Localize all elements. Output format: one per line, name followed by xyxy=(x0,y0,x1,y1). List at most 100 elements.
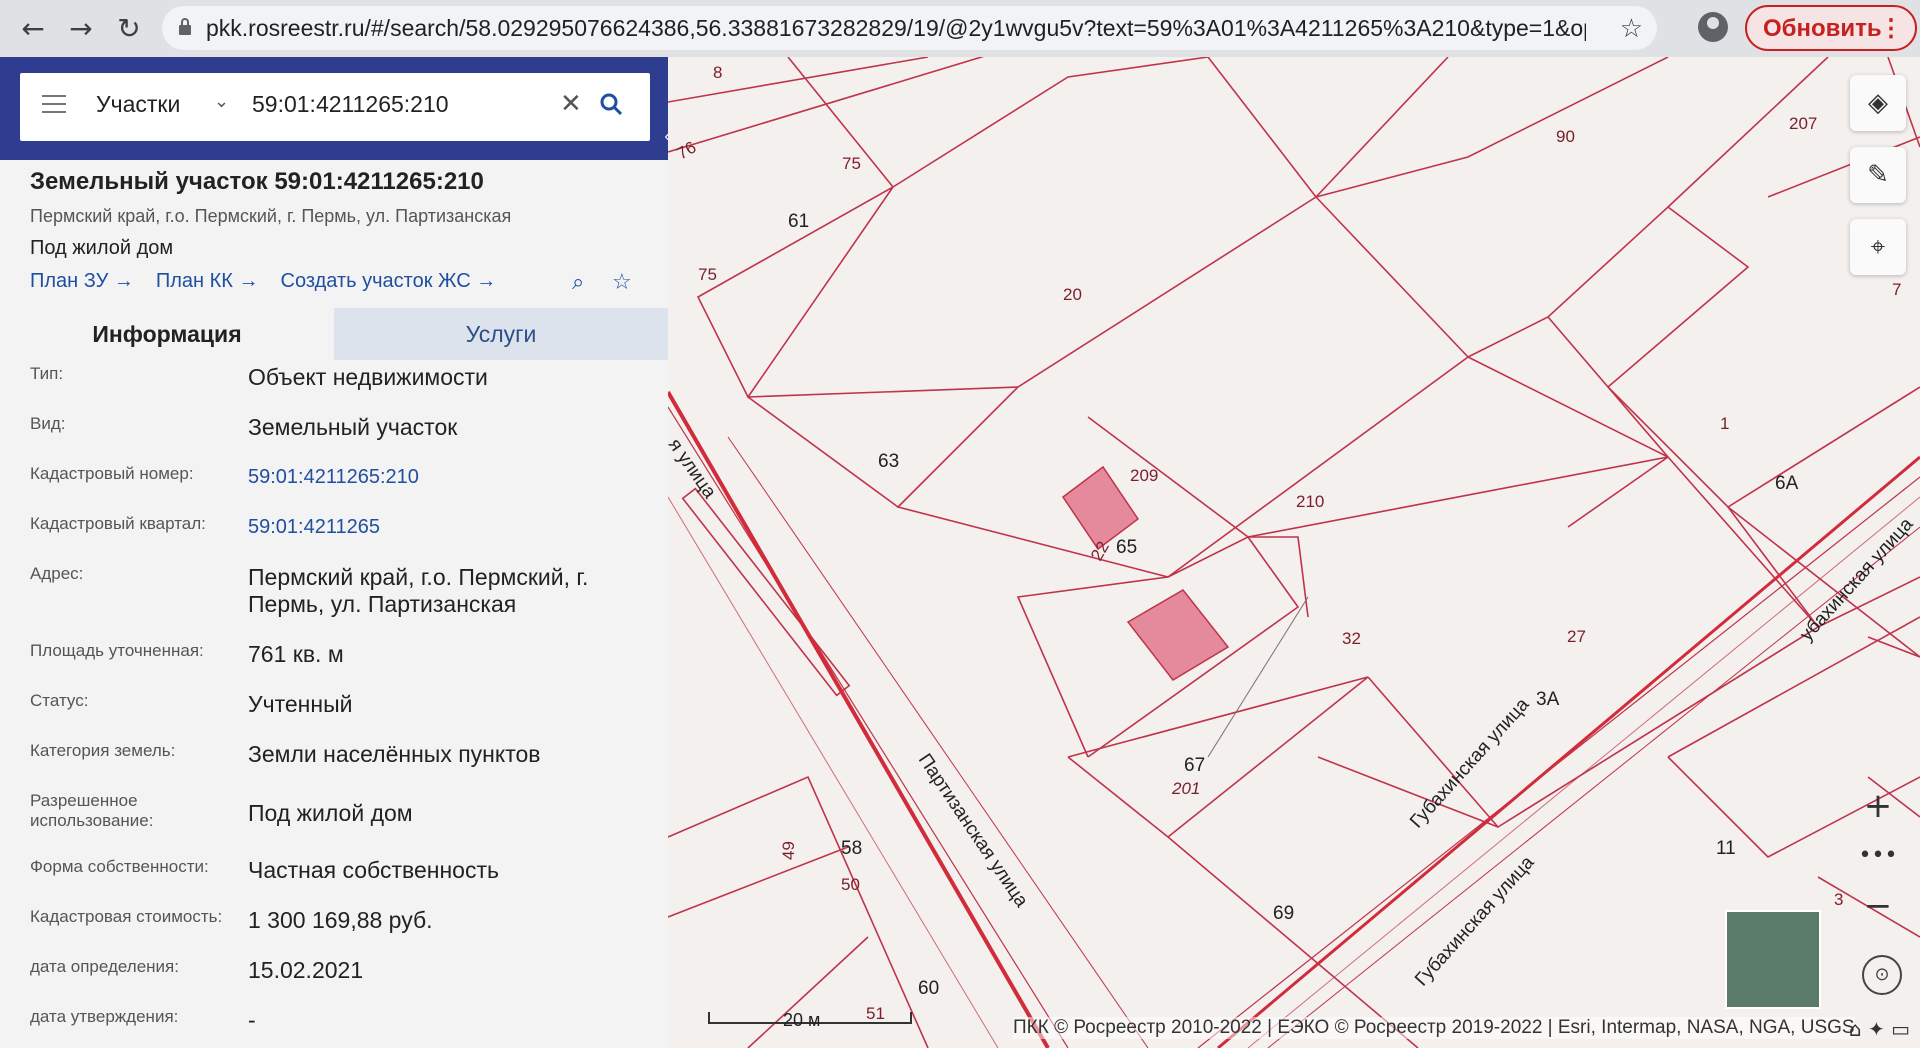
plot-label: 32 xyxy=(1342,629,1361,648)
cadastral-number-link[interactable]: 59:01:4211265:210 xyxy=(248,464,638,491)
cadastral-quarter-link[interactable]: 59:01:4211265 xyxy=(248,514,638,541)
plot-label: 6А xyxy=(1775,473,1799,494)
attr-key: Вид: xyxy=(30,414,66,433)
plot-label: 49 xyxy=(779,841,798,860)
plan-kk-link[interactable]: План КК → xyxy=(156,270,259,292)
street-label: Губахинская улица xyxy=(1411,852,1539,990)
chevron-down-icon[interactable]: ⌄ xyxy=(214,91,229,112)
attr-key: Разрешенное использование: xyxy=(30,791,154,830)
attr-value: Под жилой дом xyxy=(248,800,413,826)
zoom-to-object-icon[interactable]: ⌕ xyxy=(572,270,584,295)
tab-services[interactable]: Услуги xyxy=(334,308,668,360)
plot-label: 3А xyxy=(1536,689,1560,710)
menu-dots-icon[interactable]: ⋮ xyxy=(1879,7,1903,51)
create-plot-link[interactable]: Создать участок ЖС → xyxy=(281,270,497,292)
plot-label: 60 xyxy=(918,978,939,999)
back-icon[interactable]: ← xyxy=(14,10,52,48)
plot-label: 58 xyxy=(841,838,862,859)
plot-label: 50 xyxy=(841,875,860,894)
ruler-icon[interactable]: ✎ xyxy=(1850,147,1906,203)
attr-key: дата утверждения: xyxy=(30,1007,179,1026)
object-header: Земельный участок 59:01:4211265:210 Перм… xyxy=(0,160,668,308)
plot-label: 209 xyxy=(1130,466,1158,485)
plot-label: 201 xyxy=(1171,779,1200,798)
update-label: Обновить xyxy=(1763,15,1882,42)
url-text[interactable]: pkk.rosreestr.ru/#/search/58.02929507662… xyxy=(206,15,1586,42)
plot-label: 65 xyxy=(1116,537,1137,558)
attr-key: Площадь уточненная: xyxy=(30,641,204,660)
profile-icon[interactable] xyxy=(1698,12,1728,42)
plot-label: 90 xyxy=(1556,127,1575,146)
plot-label: 8 xyxy=(713,63,722,82)
plot-label: 76 xyxy=(674,138,700,164)
bookmark-star-icon[interactable]: ☆ xyxy=(1620,14,1643,44)
update-button[interactable]: Обновить ⋮ xyxy=(1745,5,1917,51)
attr-key: Статус: xyxy=(30,691,89,710)
attr-value: Земли населённых пунктов xyxy=(248,741,541,767)
object-links: План ЗУ → План КК → Создать участок ЖС → xyxy=(30,270,518,293)
attr-key: Кадастровый номер: xyxy=(30,464,194,483)
attr-key: Адрес: xyxy=(30,564,84,583)
zoom-controls: + ••• − xyxy=(1850,781,1906,931)
search-header: Участки ⌄ 59:01:4211265:210 ✕ xyxy=(0,57,668,160)
plot-label: 22 xyxy=(1087,538,1113,564)
object-title: Земельный участок 59:01:4211265:210 xyxy=(30,168,484,195)
zoom-in-icon[interactable]: + xyxy=(1850,781,1906,831)
map-footer-icons[interactable]: ⌂ ✦ ▭ xyxy=(1849,1017,1910,1041)
locate-icon[interactable]: ⌖ xyxy=(1850,219,1906,275)
plot-label: 7 xyxy=(1892,280,1901,299)
clear-icon[interactable]: ✕ xyxy=(560,89,582,119)
search-input[interactable]: 59:01:4211265:210 xyxy=(252,91,449,118)
reload-icon[interactable]: ↻ xyxy=(110,10,148,48)
attr-key: дата определения: xyxy=(30,957,179,976)
plot-label: 69 xyxy=(1273,903,1294,924)
attr-key: Категория земель: xyxy=(30,741,176,760)
menu-icon[interactable] xyxy=(42,95,66,115)
attr-value: 1 300 169,88 руб. xyxy=(248,907,433,933)
attr-value: Объект недвижимости xyxy=(248,364,488,390)
layers-icon[interactable]: ◈ xyxy=(1850,75,1906,131)
attr-value: Учтенный xyxy=(248,691,353,717)
compass-icon[interactable]: ⊙ xyxy=(1862,955,1902,995)
object-address: Пермский край, г.о. Пермский, г. Пермь, … xyxy=(30,206,512,226)
object-use: Под жилой дом xyxy=(30,237,174,259)
building-67 xyxy=(1126,589,1230,681)
zoom-more-icon[interactable]: ••• xyxy=(1850,831,1906,881)
attr-key: Кадастровая стоимость: xyxy=(30,907,223,926)
attr-value: 15.02.2021 xyxy=(248,957,364,983)
attr-value: Частная собственность xyxy=(248,857,499,883)
street-label: убахинская улица xyxy=(1796,514,1918,646)
forward-icon[interactable]: → xyxy=(62,10,100,48)
info-panel: Участки ⌄ 59:01:4211265:210 ✕ ‹ Земельны… xyxy=(0,57,668,1048)
zoom-out-icon[interactable]: − xyxy=(1850,881,1906,931)
attr-value: 761 кв. м xyxy=(248,641,344,667)
map-canvas[interactable]: 8 76 75 61 75 20 90 207 63 209 210 1 6А … xyxy=(668,57,1920,1048)
attr-value: - xyxy=(248,1007,256,1033)
scale-label: 20 м xyxy=(783,1010,821,1030)
cadastral-map: 8 76 75 61 75 20 90 207 63 209 210 1 6А … xyxy=(668,57,1920,1048)
plan-zu-link[interactable]: План ЗУ → xyxy=(30,270,134,292)
search-icon[interactable] xyxy=(600,93,622,115)
collapse-panel-icon[interactable]: ‹ xyxy=(660,107,668,167)
plot-label: 1 xyxy=(1720,414,1729,433)
plot-label: 207 xyxy=(1789,114,1817,133)
browser-toolbar: ← → ↻ pkk.rosreestr.ru/#/search/58.02929… xyxy=(0,0,1920,57)
tab-info[interactable]: Информация xyxy=(0,308,334,360)
plot-label: 63 xyxy=(878,451,899,472)
favorite-star-icon[interactable]: ☆ xyxy=(612,270,632,295)
tabs: Информация Услуги xyxy=(0,308,668,360)
lock-icon xyxy=(179,18,191,35)
plot-label: 61 xyxy=(788,211,809,232)
search-box: Участки ⌄ 59:01:4211265:210 ✕ xyxy=(20,73,650,141)
plot-label: 27 xyxy=(1567,627,1586,646)
plot-label: 3 xyxy=(1834,890,1843,909)
map-attribution: ПКК © Росреестр 2010-2022 | ЕЭКО © Росре… xyxy=(1013,1017,1855,1039)
minimap-thumbnail[interactable] xyxy=(1725,910,1821,1009)
plot-label: 67 xyxy=(1184,755,1205,776)
address-bar[interactable]: pkk.rosreestr.ru/#/search/58.02929507662… xyxy=(162,6,1657,50)
attr-key: Форма собственности: xyxy=(30,857,209,876)
layer-select[interactable]: Участки xyxy=(96,91,180,118)
plot-label: 75 xyxy=(698,265,717,284)
plot-label: 11 xyxy=(1716,838,1736,859)
plot-label: 210 xyxy=(1296,492,1324,511)
